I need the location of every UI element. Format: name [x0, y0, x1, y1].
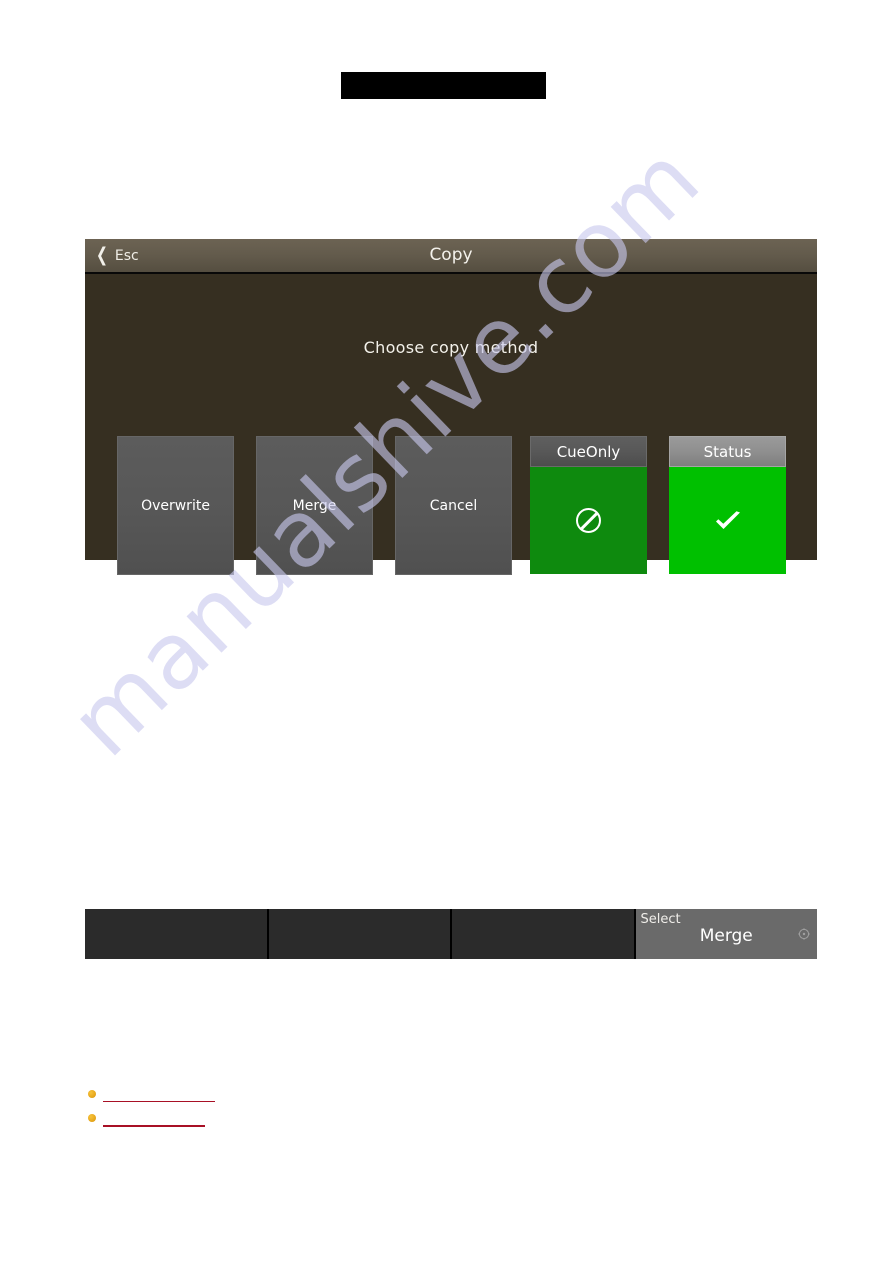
- status-toggle-header: Status: [669, 436, 786, 467]
- cueonly-toggle-state[interactable]: [530, 467, 647, 574]
- page-title: Copy: [429, 245, 473, 265]
- status-toggle-label: Status: [703, 442, 752, 461]
- copy-method-choices: Overwrite Merge Cancel: [117, 436, 512, 575]
- overwrite-button-label: Overwrite: [141, 497, 210, 514]
- merge-button-label: Merge: [292, 497, 337, 514]
- cueonly-toggle[interactable]: CueOnly: [530, 436, 647, 574]
- copy-option-toggles: CueOnly Status: [530, 436, 786, 574]
- encoder-cell-3[interactable]: [452, 909, 636, 959]
- status-toggle[interactable]: Status: [669, 436, 786, 574]
- bullet-list: [85, 1085, 485, 1133]
- cueonly-toggle-label: CueOnly: [556, 442, 621, 461]
- encoder-cell-2[interactable]: [268, 909, 452, 959]
- bullet-dot-icon: [88, 1090, 96, 1098]
- bullet-dot-icon: [88, 1114, 96, 1122]
- bullet-link-1[interactable]: [103, 1085, 215, 1102]
- prohibited-icon: [576, 508, 601, 533]
- overwrite-button[interactable]: Overwrite: [117, 436, 234, 575]
- cueonly-toggle-header: CueOnly: [530, 436, 647, 467]
- list-item: [85, 1085, 485, 1109]
- cancel-button-label: Cancel: [429, 497, 478, 514]
- prompt-message: Choose copy method: [363, 338, 539, 357]
- status-toggle-state[interactable]: [669, 467, 786, 574]
- copy-dialog-screen: ❮ Esc Copy Choose copy method Overwrite …: [85, 239, 817, 575]
- check-icon: [715, 510, 740, 529]
- encoder-knob-icon: [798, 928, 810, 940]
- screen-title-bar: ❮ Esc Copy: [85, 239, 817, 274]
- encoder-cell-select[interactable]: Select Merge: [635, 909, 817, 959]
- page-watermark: manualshive.com: [0, 0, 893, 1263]
- encoder-cell-1[interactable]: [85, 909, 269, 959]
- redacted-header-bar: [341, 72, 546, 99]
- encoder-bar: Select Merge: [85, 909, 817, 959]
- encoder-select-value: Merge: [699, 926, 753, 946]
- screen-body: Choose copy method Overwrite Merge Cance…: [85, 274, 817, 575]
- cancel-button[interactable]: Cancel: [395, 436, 512, 575]
- bullet-link-2[interactable]: [103, 1109, 205, 1127]
- encoder-select-label: Select: [640, 912, 681, 927]
- list-item: [85, 1109, 485, 1133]
- merge-button[interactable]: Merge: [256, 436, 373, 575]
